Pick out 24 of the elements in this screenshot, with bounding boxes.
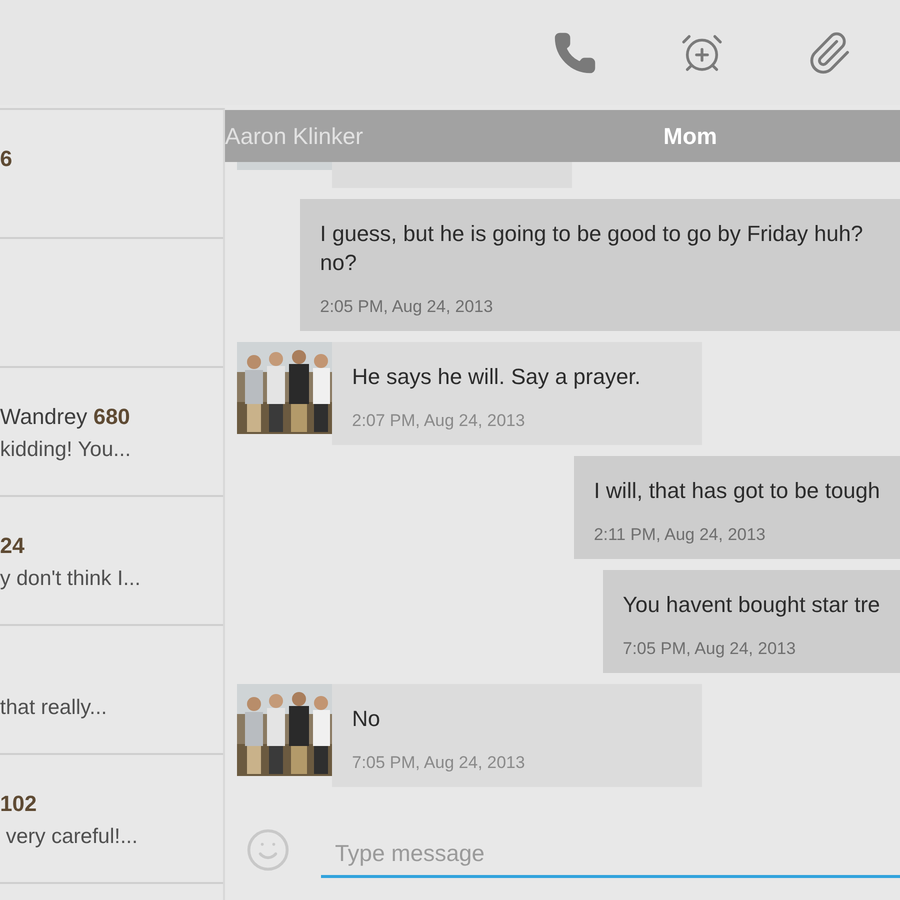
conversation-item[interactable]: 102 very careful!... [0,755,223,884]
message-input[interactable]: Type message [321,832,900,878]
conversation-item[interactable]: 24 y don't think I... [0,497,223,626]
message-text: You havent bought star tre [622,591,880,619]
message-time: 2:05 PM, Aug 24, 2013 [320,297,494,317]
conversation-item[interactable]: that really... [0,626,223,755]
message-text: I guess, but he is going to be good to go by Friday huh? no? [320,220,864,277]
conversation-title: 24 [0,532,26,558]
conversation-title: Wandrey 680 [0,404,132,430]
message-time: 7:05 PM, Aug 24, 2013 [352,753,526,773]
message-time: 7:05 PM, Aug 24, 2013 [622,639,797,659]
message-text: No [352,705,382,733]
message-text: He says he will. Say a prayer. [352,363,642,391]
message-preview: very careful!... [4,824,139,850]
conversation-title: 102 [0,790,38,816]
conversation-item[interactable]: Wandrey 680 kidding! You... [0,368,223,497]
message-preview: that really... [0,696,108,720]
message-preview: kidding! You... [0,438,132,462]
message-text: I will, that has got to be tough [594,477,880,505]
conversation-title: 6 [0,146,14,172]
message-preview: y don't think I... [0,566,142,592]
message-time: 2:11 PM, Aug 24, 2013 [594,525,767,545]
conversation-item[interactable]: 6 [0,110,223,239]
message-time: 2:07 PM, Aug 24, 2013 [352,411,526,431]
